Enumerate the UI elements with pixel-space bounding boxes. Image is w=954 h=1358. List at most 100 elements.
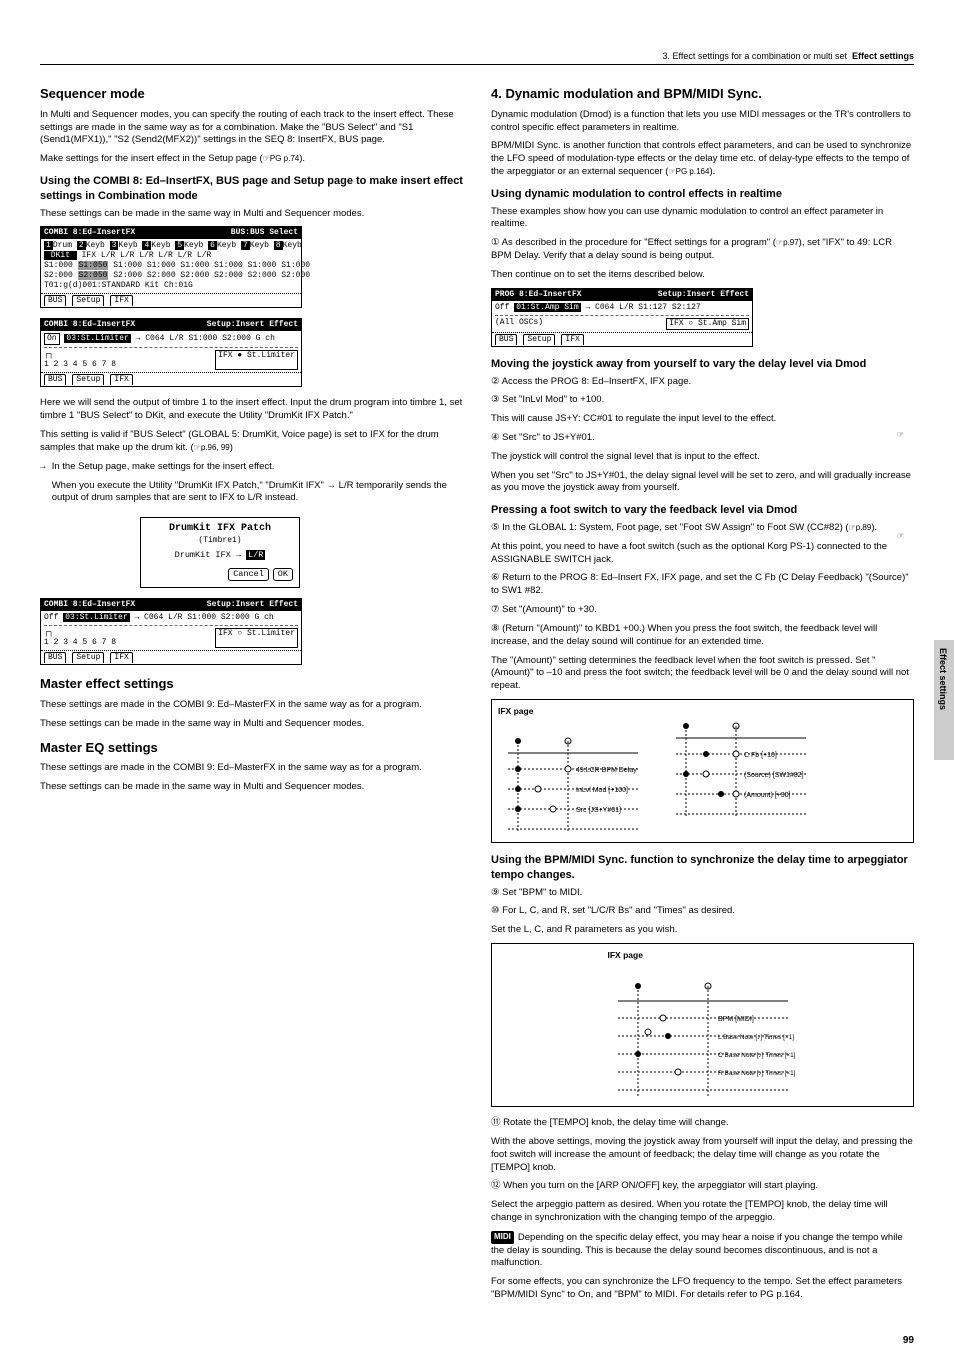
heading-joystick-dmod: Moving the joystick away from yourself t… (491, 357, 914, 372)
lcd-screenshot-combi-setup-on: COMBI 8:Ed–InsertFXSetup:Insert Effect O… (40, 318, 302, 387)
lcd-title-right: BUS:BUS Select (231, 228, 298, 238)
step-text: At this point, you need to have a foot s… (491, 541, 914, 567)
body-text: Make settings for the insert effect in t… (40, 153, 463, 166)
diagram-label: (Amount) [+30] (744, 792, 791, 799)
heading-bpm-sync: Using the BPM/MIDI Sync. function to syn… (491, 853, 914, 883)
arrow-icon: → (40, 461, 46, 474)
step-text: ⑤ In the GLOBAL 1: System, Foot page, se… (491, 522, 849, 533)
arrow-text: When you execute the Utility "DrumKit IF… (52, 480, 463, 506)
diagram-label: C Base Note [♪] Times [×1] (718, 1052, 796, 1059)
lcd-title-right: Setup:Insert Effect (658, 290, 749, 300)
step-text: ③ Set "InLvl Mod" to +100. (491, 394, 914, 407)
body-text: Make settings for the insert effect in t… (40, 153, 263, 164)
lcd-ifx: IFX ○ St.Amp Sim (666, 318, 749, 330)
step-text: ⑪ Rotate the [TEMPO] knob, the delay tim… (491, 1117, 914, 1130)
lcd-title-left: COMBI 8:Ed–InsertFX (44, 600, 135, 610)
step-text: With the above settings, moving the joys… (491, 1136, 914, 1174)
lcd-tab: Setup (72, 295, 104, 306)
lcd-onoff: Off (495, 303, 509, 312)
lcd-tab: BUS (44, 374, 66, 385)
note-text: This setting is valid if "BUS Select" (G… (40, 429, 463, 455)
body-text: ). (709, 166, 715, 177)
lcd-tab: Setup (72, 652, 104, 663)
lcd-tab: BUS (44, 652, 66, 663)
step-text: The joystick will control the signal lev… (491, 451, 914, 464)
lcd-params: → C064 L/R S1:000 S2:000 G ch (134, 613, 273, 622)
body-text: For some effects, you can synchronize th… (491, 1276, 914, 1302)
diagram-caption: IFX page (608, 950, 798, 961)
body-text: Here we will send the output of timbre 1… (40, 397, 463, 423)
step-text: This will cause JS+Y: CC#01 to regulate … (491, 413, 914, 426)
step-text: Set the L, C, and R parameters as you wi… (491, 924, 914, 937)
body-text: Dynamic modulation (Dmod) is a function … (491, 109, 914, 135)
lcd-screenshot-combi-setup-off: COMBI 8:Ed–InsertFXSetup:Insert Effect O… (40, 598, 302, 665)
heading-dynamic-modulation: 4. Dynamic modulation and BPM/MIDI Sync. (491, 85, 914, 103)
midi-icon: MIDI (491, 1231, 514, 1244)
step-text: ⑨ Set "BPM" to MIDI. (491, 887, 914, 900)
lcd-tab: IFX (110, 374, 132, 385)
step-text: ⑥ Return to the PROG 8: Ed–Insert FX, IF… (491, 572, 914, 598)
step-text: ⑫ When you turn on the [ARP ON/OFF] key,… (491, 1180, 914, 1193)
step-text: ⑩ For L, C, and R, set "L/C/R Bs" and "T… (491, 905, 914, 918)
cross-ref-icon: ☞ (897, 531, 904, 542)
cancel-button[interactable]: Cancel (228, 568, 269, 581)
arrow-text: In the Setup page, make settings for the… (52, 461, 463, 474)
lcd-tab: IFX (110, 295, 132, 306)
ok-button[interactable]: OK (273, 568, 293, 581)
diagram-label: (Source) [SW1#82] (744, 772, 804, 779)
heading-combi-bus-setup: Using the COMBI 8: Ed–InsertFX, BUS page… (40, 174, 463, 204)
cross-ref: ☞p.96, 99 (194, 443, 230, 452)
divider (40, 64, 914, 65)
lcd-title-left: PROG 8:Ed–InsertFX (495, 290, 581, 300)
body-text: These settings can be made in the same w… (40, 781, 463, 794)
dialog-selection: L/R (246, 550, 265, 560)
diagram-ifx-page-single: IFX page BPM [MIDI] L Base Note [♪] Time… (491, 943, 914, 1107)
heading-footswitch-dmod: Pressing a foot switch to vary the feedb… (491, 503, 914, 518)
lcd-params: → C064 L/R S1:000 S2:000 G ch (136, 334, 275, 343)
lcd-effect: 03:St.Limiter (63, 613, 129, 622)
heading-sequencer-mode: Sequencer mode (40, 85, 463, 103)
lcd-ifx: IFX ○ St.Limiter (215, 628, 298, 648)
body-text: These examples show how you can use dyna… (491, 206, 914, 232)
lcd-title-left: COMBI 8:Ed–InsertFX (44, 228, 135, 238)
dialog-drumkit-ifx-patch: DrumKit IFX Patch (Timbre1) DrumKit IFX … (140, 517, 300, 588)
diagram-label: R Base Note [♪] Times [×1] (718, 1070, 796, 1077)
diagram-label: C Fb [+10] (744, 752, 777, 759)
note-text: This setting is valid if "BUS Select" (G… (40, 429, 439, 453)
body-text: ). (299, 153, 305, 164)
diagram-label: L Base Note [♪] Times [×1] (718, 1034, 794, 1041)
dialog-line: DrumKit IFX → (175, 550, 241, 560)
step-text: ② Access the PROG 8: Ed–InsertFX, IFX pa… (491, 376, 914, 389)
header-right-bold: Effect settings (852, 50, 914, 62)
lcd-tab: BUS (495, 334, 517, 345)
page-number: 99 (903, 1334, 914, 1348)
cross-ref: ☞PG p.74 (263, 154, 300, 163)
lcd-effect: 01:St.Amp Sim (514, 303, 580, 312)
dialog-subtitle: (Timbre1) (147, 536, 293, 547)
cross-ref: ☞PG p.164 (668, 167, 709, 176)
lcd-onoff: On (44, 333, 60, 345)
body-text: BPM/MIDI Sync. is another function that … (491, 140, 914, 178)
step-text: ). (871, 522, 877, 533)
step-text: Then continue on to set the items descri… (491, 269, 914, 282)
lcd-onoff: Off (44, 613, 58, 622)
body-text: In Multi and Sequencer modes, you can sp… (40, 109, 463, 147)
note-text: ) (230, 442, 233, 453)
heading-using-dmod: Using dynamic modulation to control effe… (491, 187, 914, 202)
lcd-routing: 1 2 3 4 5 6 7 8 (44, 638, 116, 647)
step-text: When you set "Src" to JS+Y#01, the delay… (491, 470, 914, 496)
midi-note-text: Depending on the specific delay effect, … (491, 1232, 903, 1269)
cross-ref: ☞p.97 (776, 238, 799, 247)
lcd-tab: Setup (523, 334, 555, 345)
lcd-routing: 1 2 3 4 5 6 7 8 (44, 360, 116, 369)
step-text: Select the arpeggio pattern as desired. … (491, 1199, 914, 1225)
step-text: ④ Set "Src" to JS+Y#01. (491, 432, 914, 445)
side-tab-label: Effect settings (937, 648, 949, 710)
step-text: ① As described in the procedure for "Eff… (491, 237, 914, 263)
cross-ref-icon: ☞ (897, 430, 904, 441)
header-right-light: 3. Effect settings for a combination or … (663, 50, 847, 62)
arrow-text: When you execute the Utility "DrumKit IF… (52, 480, 327, 491)
diagram-caption: IFX page (498, 706, 648, 717)
lcd-alloscs: (All OSCs) (495, 318, 543, 330)
diagram-label: Src [JS+Y#01] (576, 807, 621, 814)
